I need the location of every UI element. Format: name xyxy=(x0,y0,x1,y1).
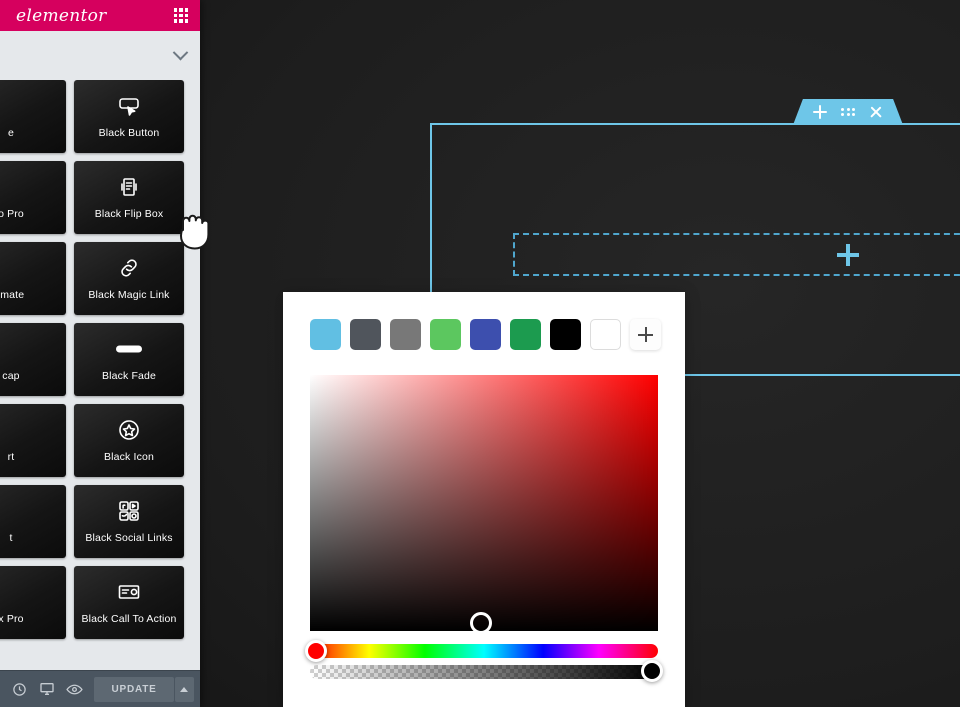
elementor-panel[interactable]: elementor e Black Button o Pro Black Flip B… xyxy=(0,0,200,707)
swatch-light-blue[interactable] xyxy=(310,319,341,350)
update-options-button[interactable] xyxy=(174,676,195,702)
elementor-logo: elementor xyxy=(16,5,107,26)
widget-card[interactable]: t xyxy=(0,485,66,558)
hue-slider[interactable] xyxy=(310,644,658,658)
widget-drop-area[interactable] xyxy=(513,233,960,276)
widget-label: rt xyxy=(7,450,15,463)
history-clock-icon[interactable] xyxy=(6,671,33,707)
slider-group[interactable] xyxy=(305,640,663,682)
flip-box-icon xyxy=(117,175,141,199)
widget-label: e xyxy=(8,126,14,139)
widget-card[interactable]: x Pro xyxy=(0,566,66,639)
swatch-green[interactable] xyxy=(510,319,541,350)
widget-card[interactable]: Black Flip Box xyxy=(74,161,184,234)
widget-card[interactable]: Black Button xyxy=(74,80,184,153)
widget-label: Black Magic Link xyxy=(88,288,170,301)
widget-label: t xyxy=(9,531,13,544)
desktop-monitor-icon[interactable] xyxy=(33,671,60,707)
social-links-icon xyxy=(117,499,141,523)
widget-label: Black Call To Action xyxy=(81,612,177,625)
swatch-gray[interactable] xyxy=(390,319,421,350)
call-to-action-icon xyxy=(117,580,141,604)
widget-card[interactable]: e xyxy=(0,80,66,153)
panel-header: elementor xyxy=(0,0,200,31)
eye-preview-icon[interactable] xyxy=(61,671,88,707)
widget-label: Black Button xyxy=(98,126,160,139)
color-picker-popup[interactable] xyxy=(283,292,685,707)
widget-label: cap xyxy=(2,369,20,382)
hue-slider-knob[interactable] xyxy=(305,640,327,662)
star-circle-icon xyxy=(117,418,141,442)
widget-card[interactable]: Black Magic Link xyxy=(74,242,184,315)
caret-up-icon xyxy=(180,686,189,692)
widget-label: Black Flip Box xyxy=(94,207,164,220)
widget-card[interactable]: imate xyxy=(0,242,66,315)
widget-card[interactable]: o Pro xyxy=(0,161,66,234)
widget-card[interactable]: Black Icon xyxy=(74,404,184,477)
close-x-icon[interactable] xyxy=(868,104,884,120)
chevron-down-icon[interactable] xyxy=(172,44,189,61)
saved-swatches-row[interactable] xyxy=(283,292,685,350)
plus-icon[interactable] xyxy=(812,104,828,120)
widget-card[interactable]: cap xyxy=(0,323,66,396)
widget-label: Black Fade xyxy=(101,369,157,382)
alpha-slider[interactable] xyxy=(310,665,658,679)
dots-grid-icon[interactable] xyxy=(840,107,856,117)
widget-label: Black Icon xyxy=(104,450,154,463)
widget-card[interactable]: Black Fade xyxy=(74,323,184,396)
apps-grid-icon[interactable] xyxy=(173,8,188,23)
section-toolbar[interactable] xyxy=(793,99,903,125)
update-button[interactable]: UPDATE xyxy=(94,676,174,702)
swatch-dark-slate[interactable] xyxy=(350,319,381,350)
panel-footer[interactable]: UPDATE xyxy=(0,670,200,707)
widget-card[interactable]: Black Call To Action xyxy=(74,566,184,639)
link-chain-icon xyxy=(117,256,141,280)
widget-label: x Pro xyxy=(0,612,24,625)
saturation-value-area[interactable] xyxy=(310,375,658,635)
widget-label: Black Social Links xyxy=(85,531,173,544)
alpha-slider-knob[interactable] xyxy=(641,660,663,682)
widget-card[interactable]: rt xyxy=(0,404,66,477)
add-swatch-button[interactable] xyxy=(630,319,661,350)
swatch-light-green[interactable] xyxy=(430,319,461,350)
plus-icon[interactable] xyxy=(836,243,859,266)
button-cursor-icon xyxy=(117,94,141,118)
widget-list[interactable]: e Black Button o Pro Black Flip Box imate Bla… xyxy=(0,80,200,670)
swatch-indigo[interactable] xyxy=(470,319,501,350)
saturation-handle[interactable] xyxy=(469,612,492,635)
swatch-white[interactable] xyxy=(590,319,621,350)
fade-bar-icon xyxy=(116,337,142,361)
widget-label: imate xyxy=(0,288,25,301)
widget-label: o Pro xyxy=(0,207,24,220)
widget-card[interactable]: Black Social Links xyxy=(74,485,184,558)
panel-subheader xyxy=(0,31,200,80)
swatch-black[interactable] xyxy=(550,319,581,350)
